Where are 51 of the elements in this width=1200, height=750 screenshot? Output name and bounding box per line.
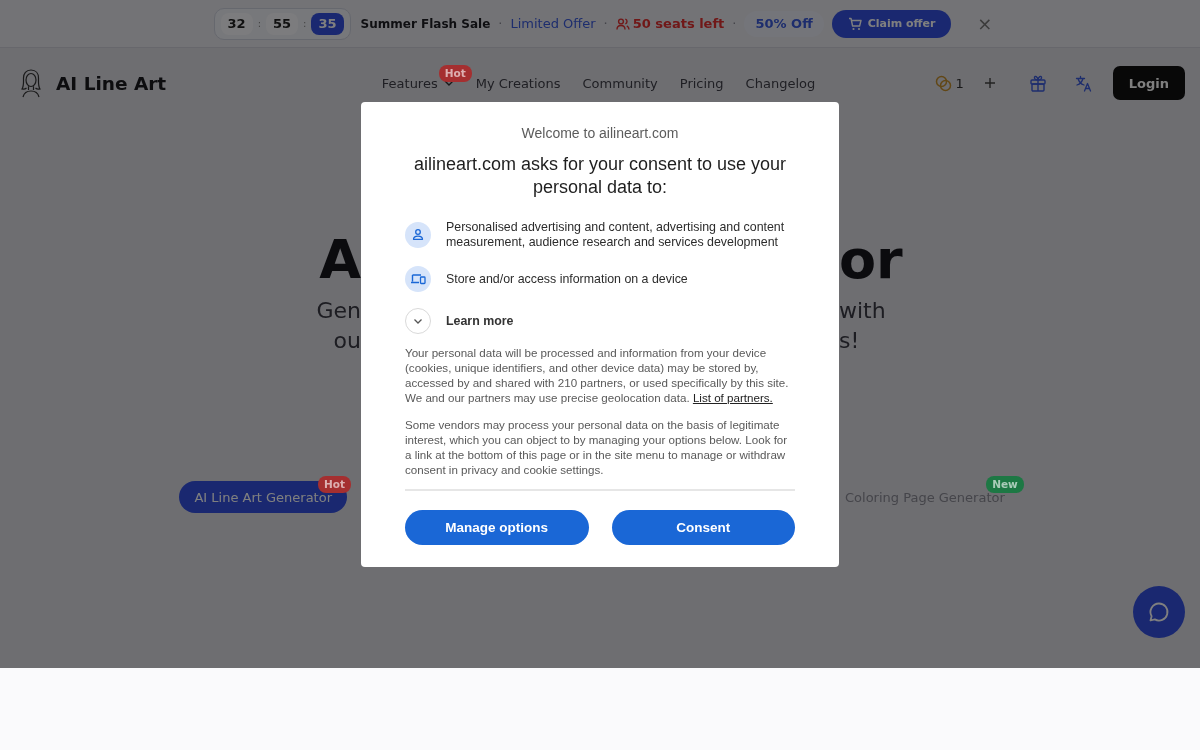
consent-text: Some vendors may process your personal data on the basis of legitimate interest, which you can object to by managing your options below. Look for a link at the bottom of this page or in the site menu to manage or withdraw consent in privacy and cookie settings. xyxy=(405,417,789,477)
person-icon xyxy=(405,222,431,248)
discount-tag: 50% Off xyxy=(744,10,824,37)
countdown-digits: 55 xyxy=(266,12,299,35)
nav-link[interactable]: Community xyxy=(582,74,658,92)
dialog-welcome-text: Welcome to ailineart.com xyxy=(520,124,680,142)
people-icon xyxy=(615,16,630,31)
hero-subtitle: ou xyxy=(333,327,361,355)
hero-subtitle: Gen xyxy=(316,297,361,325)
dialog-heading: ailineart.com asks for your consent to use your personal data to: xyxy=(412,153,788,199)
countdown-digits: 32 xyxy=(220,12,253,35)
sale-title: Summer Flash Sale xyxy=(360,16,491,31)
purpose-text: Personalised advertising and content, advertising and content measurement, audience research and services development xyxy=(446,220,786,250)
countdown-digits: 35 xyxy=(311,12,344,35)
separator-dot: · xyxy=(732,16,737,31)
cart-icon xyxy=(847,16,862,31)
close-button[interactable]: × xyxy=(973,13,997,34)
manage-options-button[interactable]: Manage options xyxy=(405,510,589,545)
head-sketch-icon xyxy=(20,68,42,98)
offer-label: Limited Offer xyxy=(510,16,596,31)
language-icon[interactable] xyxy=(1074,74,1092,92)
promo-badge: Hot xyxy=(438,64,472,82)
coins-icon xyxy=(935,74,953,92)
login-button[interactable]: Login xyxy=(1112,66,1185,100)
chat-bubble-icon xyxy=(1148,601,1170,623)
nav-link[interactable]: Pricing xyxy=(679,74,724,92)
claim-offer-button[interactable]: Claim offer xyxy=(831,9,952,38)
gift-icon[interactable] xyxy=(1028,74,1047,92)
purpose-text: Store and/or access information on a device xyxy=(446,271,688,287)
countdown-separator: : xyxy=(257,18,261,29)
plus-icon[interactable] xyxy=(983,77,996,89)
seats-left-text: 50 seats left xyxy=(632,16,725,31)
credit-count: 1 xyxy=(955,75,964,91)
hero-title: or xyxy=(839,228,903,292)
promo-badge: Hot xyxy=(317,476,351,493)
consent-button[interactable]: Consent xyxy=(611,510,795,545)
chat-button[interactable] xyxy=(1133,586,1185,638)
separator-dot: · xyxy=(498,16,503,31)
hero-title: A xyxy=(319,228,361,292)
nav-link[interactable]: My Creations xyxy=(475,74,561,92)
site-name: AI Line Art xyxy=(56,72,167,94)
separator-dot: · xyxy=(603,16,608,31)
hero-subtitle: with xyxy=(839,297,886,325)
devices-icon xyxy=(405,266,431,292)
countdown-separator: : xyxy=(303,18,307,29)
promo-badge: New xyxy=(986,476,1024,493)
consent-text: Your personal data will be processed and information from your device (cookies, unique identifiers, and other device data) may be stored by, accessed by and shared with 210 partners, or used specifically by this site. We and our partners may use precise geolocation data. List of partners. xyxy=(405,345,790,405)
hero-subtitle: s! xyxy=(839,327,860,355)
learn-more-button[interactable]: Learn more xyxy=(405,308,514,334)
nav-link[interactable]: Changelog xyxy=(745,74,816,92)
partners-link[interactable]: List of partners. xyxy=(692,391,773,404)
